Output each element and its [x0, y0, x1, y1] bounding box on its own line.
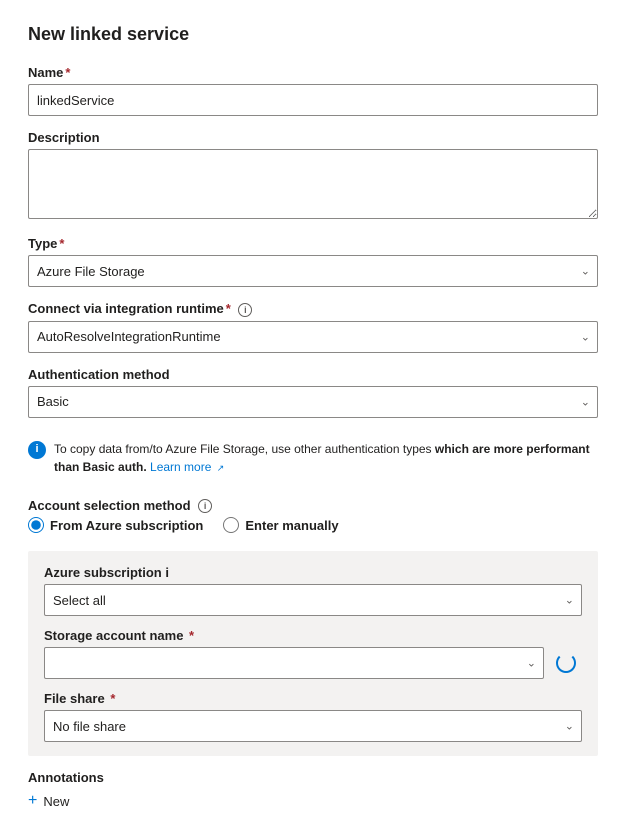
- refresh-icon: [556, 653, 576, 673]
- type-label: Type*: [28, 236, 598, 251]
- external-link-icon: ↗: [217, 463, 225, 473]
- storage-account-select-with-refresh: ⌄: [44, 647, 582, 679]
- storage-account-select[interactable]: [44, 647, 544, 679]
- radio-azure-label: From Azure subscription: [50, 518, 203, 533]
- azure-subscription-field-group: Azure subscription i Select all ⌄: [44, 565, 582, 616]
- storage-account-refresh-button[interactable]: [550, 647, 582, 679]
- radio-enter-manually[interactable]: Enter manually: [223, 517, 338, 533]
- learn-more-link[interactable]: Learn more ↗: [150, 460, 224, 474]
- runtime-select[interactable]: AutoResolveIntegrationRuntime: [28, 321, 598, 353]
- runtime-info-icon: i: [238, 303, 252, 317]
- type-field-group: Type* Azure File Storage ⌄: [28, 236, 598, 287]
- plus-icon: +: [28, 793, 37, 809]
- azure-subscription-select-wrapper: Select all ⌄: [44, 584, 582, 616]
- runtime-label: Connect via integration runtime* i: [28, 301, 598, 317]
- storage-account-field-group: Storage account name * ⌄: [44, 628, 582, 679]
- type-select-wrapper: Azure File Storage ⌄: [28, 255, 598, 287]
- account-selection-field-group: Account selection method i From Azure su…: [28, 498, 598, 538]
- file-share-select-wrapper: No file share ⌄: [44, 710, 582, 742]
- type-select[interactable]: Azure File Storage: [28, 255, 598, 287]
- radio-azure-subscription[interactable]: From Azure subscription: [28, 517, 203, 533]
- runtime-select-wrapper: AutoResolveIntegrationRuntime ⌄: [28, 321, 598, 353]
- auth-select-wrapper: Basic ⌄: [28, 386, 598, 418]
- auth-select[interactable]: Basic: [28, 386, 598, 418]
- description-input[interactable]: [28, 149, 598, 219]
- add-annotation-button[interactable]: + New: [28, 793, 69, 809]
- description-label: Description: [28, 130, 598, 145]
- azure-subscription-select[interactable]: Select all: [44, 584, 582, 616]
- azure-subscription-label: Azure subscription i: [44, 565, 582, 580]
- annotations-section: Annotations + New: [28, 770, 598, 809]
- file-share-label: File share *: [44, 691, 582, 706]
- account-selection-label: Account selection method i: [28, 498, 598, 514]
- file-share-select[interactable]: No file share: [44, 710, 582, 742]
- storage-account-label: Storage account name *: [44, 628, 582, 643]
- name-input[interactable]: [28, 84, 598, 116]
- name-label: Name*: [28, 65, 598, 80]
- radio-manual-input[interactable]: [223, 517, 239, 533]
- annotations-label: Annotations: [28, 770, 598, 785]
- account-selection-info-icon: i: [198, 499, 212, 513]
- description-field-group: Description: [28, 130, 598, 222]
- name-field-group: Name*: [28, 65, 598, 116]
- radio-azure-input[interactable]: [28, 517, 44, 533]
- info-banner: i To copy data from/to Azure File Storag…: [28, 432, 598, 484]
- storage-account-select-wrapper: ⌄: [44, 647, 544, 679]
- azure-subscription-subsection: Azure subscription i Select all ⌄ Storag…: [28, 551, 598, 756]
- azure-subscription-info-icon: i: [165, 565, 169, 580]
- runtime-field-group: Connect via integration runtime* i AutoR…: [28, 301, 598, 353]
- add-new-label: New: [43, 794, 69, 809]
- info-banner-icon: i: [28, 441, 46, 459]
- auth-field-group: Authentication method Basic ⌄: [28, 367, 598, 418]
- radio-manual-label: Enter manually: [245, 518, 338, 533]
- auth-label: Authentication method: [28, 367, 598, 382]
- info-banner-text: To copy data from/to Azure File Storage,…: [54, 440, 598, 476]
- account-selection-radio-group: From Azure subscription Enter manually: [28, 517, 598, 537]
- page-title: New linked service: [28, 24, 598, 45]
